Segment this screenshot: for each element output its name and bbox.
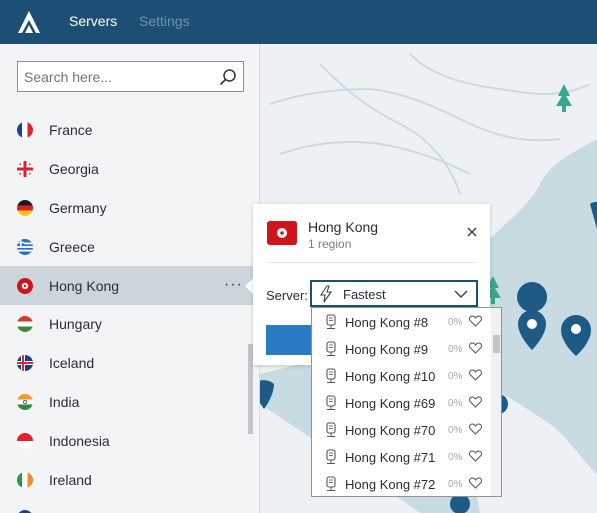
heart-icon[interactable] [469,396,482,408]
server-select[interactable]: Fastest [310,280,478,307]
popup-region-count: 1 region [308,237,352,251]
country-label: Indonesia [49,432,110,449]
popup-title: Hong Kong [308,219,379,235]
search-icon[interactable] [219,68,237,86]
country-item-hungary[interactable]: Hungary [0,305,259,344]
top-bar: Servers Settings [0,0,597,44]
greece-flag-icon [17,238,33,255]
country-label: Georgia [49,161,99,178]
heart-icon[interactable] [469,450,482,462]
sidebar: France Georgia Germany Greece [0,44,260,513]
hong-kong-flag-icon [267,221,297,245]
country-item-iceland[interactable]: Iceland [0,344,259,383]
heart-icon[interactable] [469,369,482,381]
server-option[interactable]: Hong Kong #72 0% [312,470,501,496]
server-option[interactable]: Hong Kong #69 0% [312,389,501,416]
country-item-india[interactable]: India [0,383,259,422]
more-options-icon[interactable]: ··· [224,276,243,294]
hungary-flag-icon [17,316,33,333]
country-item-partial [0,499,259,513]
server-pin-icon [326,368,336,383]
server-pin-icon [326,395,336,410]
hong-kong-flag-icon [17,277,33,294]
heart-icon[interactable] [469,315,482,327]
france-flag-icon [17,122,33,139]
lightning-bolt-icon [319,285,333,303]
server-name: Hong Kong #70 [345,423,436,438]
heart-icon[interactable] [469,423,482,435]
server-pin-icon [326,449,336,464]
server-option[interactable]: Hong Kong #8 0% [312,308,501,335]
server-option[interactable]: Hong Kong #70 0% [312,416,501,443]
tab-servers[interactable]: Servers [69,13,117,29]
nordvpn-logo-icon [18,11,40,33]
india-flag-icon [17,393,33,410]
country-label: Germany [49,199,107,216]
country-label: France [49,122,93,139]
map-pin-icon [260,380,274,409]
country-item-georgia[interactable]: Georgia [0,150,259,189]
server-load: 0% [448,479,463,490]
server-pin-icon [326,422,336,437]
country-label: Greece [49,238,95,255]
germany-flag-icon [17,199,33,216]
country-item-hong-kong[interactable]: Hong Kong ··· [0,266,259,305]
server-load: 0% [448,317,463,328]
map-pin-icon [590,201,597,229]
server-load: 0% [448,371,463,382]
country-item-france[interactable]: France [0,111,259,150]
country-item-ireland[interactable]: Ireland [0,460,259,499]
search-box[interactable] [17,61,244,92]
country-item-germany[interactable]: Germany [0,189,259,228]
server-name: Hong Kong #9 [345,342,429,357]
country-label: Iceland [49,355,95,372]
country-label: Hungary [49,316,102,333]
country-item-greece[interactable]: Greece [0,227,259,266]
server-name: Hong Kong #8 [345,315,429,330]
heart-icon[interactable] [469,342,482,354]
server-pin-icon [326,314,336,329]
server-pin-icon [326,476,336,491]
country-list: France Georgia Germany Greece Hong Kong … [0,111,259,513]
heart-icon[interactable] [469,477,482,489]
country-label: Hong Kong [49,277,120,294]
divider [267,262,477,263]
server-load: 0% [448,452,463,463]
server-load: 0% [448,398,463,409]
server-option[interactable]: Hong Kong #10 0% [312,362,501,389]
map-pin-icon [561,315,591,356]
server-option[interactable]: Hong Kong #9 0% [312,335,501,362]
iceland-flag-icon [17,355,33,372]
country-label: India [49,393,80,410]
country-label: Ireland [49,471,92,488]
search-input[interactable] [24,67,214,87]
indonesia-flag-icon [17,432,33,449]
server-select-value: Fastest [343,287,386,302]
country-item-indonesia[interactable]: Indonesia [0,421,259,460]
map-pin-icon [517,282,548,350]
server-load: 0% [448,425,463,436]
georgia-flag-icon [17,161,33,178]
close-icon[interactable] [466,226,478,238]
dropdown-scroll-thumb[interactable] [493,335,500,353]
server-name: Hong Kong #69 [345,396,436,411]
tab-settings[interactable]: Settings [139,13,190,29]
chevron-down-icon [454,290,468,298]
server-dropdown[interactable]: Hong Kong #8 0% Hong Kong #9 0% Hong Kon… [311,307,502,497]
ireland-flag-icon [17,471,33,488]
server-label: Server: [266,288,308,303]
server-option[interactable]: Hong Kong #71 0% [312,443,501,470]
server-name: Hong Kong #10 [345,369,436,384]
server-name: Hong Kong #72 [345,477,436,492]
server-name: Hong Kong #71 [345,450,436,465]
server-pin-icon [326,341,336,356]
server-load: 0% [448,344,463,355]
